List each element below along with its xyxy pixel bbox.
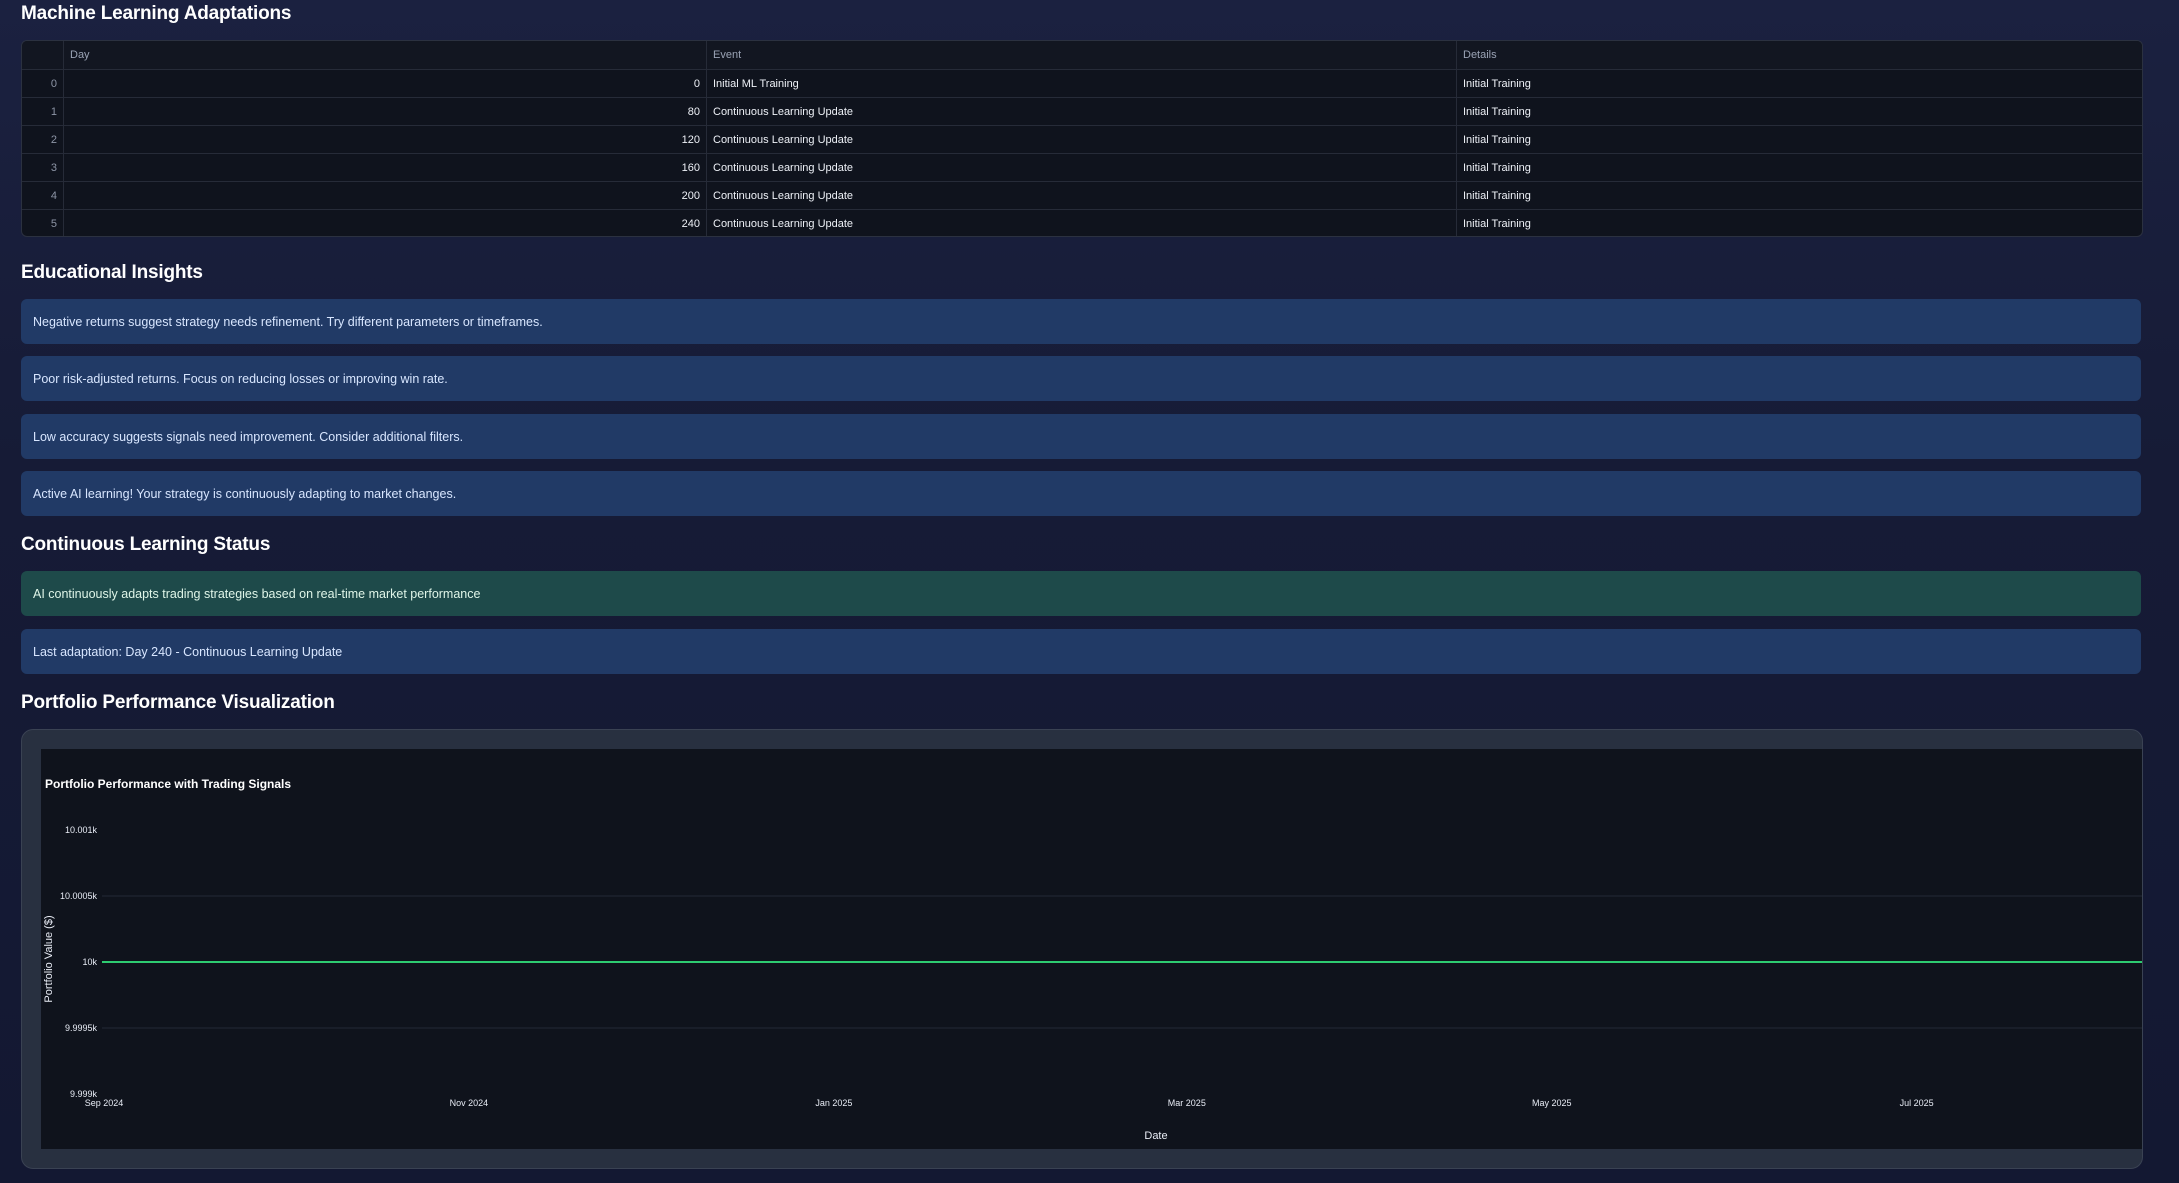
row-index: 0 [22,69,64,98]
day-cell[interactable]: 160 [63,153,707,182]
x-tick-label: Nov 2024 [450,1098,489,1108]
column-header-event[interactable]: Event [706,41,1457,70]
x-tick-label: May 2025 [1532,1098,1572,1108]
insight-alert: Active AI learning! Your strategy is con… [21,471,2141,516]
row-index: 4 [22,181,64,210]
table-row: 1 80 Continuous Learning Update Initial … [22,97,2142,126]
table-row: 3 160 Continuous Learning Update Initial… [22,153,2142,182]
event-cell[interactable]: Continuous Learning Update [706,153,1457,182]
event-cell[interactable]: Continuous Learning Update [706,97,1457,126]
insight-text: Low accuracy suggests signals need impro… [33,429,464,444]
details-cell[interactable]: Initial Training [1457,210,2143,237]
table-row: 0 0 Initial ML Training Initial Training [22,69,2142,98]
learning-success-alert: AI continuously adapts trading strategie… [21,571,2141,616]
insight-alert: Low accuracy suggests signals need impro… [21,414,2141,459]
row-index: 3 [22,153,64,182]
educational-insights-heading: Educational Insights [21,262,203,283]
event-cell[interactable]: Initial ML Training [706,69,1457,98]
day-cell[interactable]: 200 [63,181,707,210]
table-header-row: Day Event Details [22,41,2142,70]
row-index: 5 [22,209,64,236]
details-cell[interactable]: Initial Training [1456,125,2142,154]
y-axis-label: Portfolio Value ($) [43,915,55,1002]
learning-success-text: AI continuously adapts trading strategie… [33,586,481,601]
column-header-day[interactable]: Day [63,41,707,70]
details-cell[interactable]: Initial Training [1456,97,2142,126]
insight-alert: Negative returns suggest strategy needs … [21,299,2141,344]
day-cell[interactable]: 120 [63,125,707,154]
x-tick-label: Mar 2025 [1168,1098,1206,1108]
y-tick-label: 10.001k [65,825,98,835]
event-cell[interactable]: Continuous Learning Update [706,181,1457,210]
day-cell[interactable]: 80 [63,97,707,126]
x-tick-label: Sep 2024 [85,1098,124,1108]
chart-card: Portfolio Performance with Trading Signa… [21,729,2143,1169]
x-tick-label: Jan 2025 [815,1098,852,1108]
column-header-details[interactable]: Details [1456,41,2142,70]
day-cell[interactable]: 0 [63,69,707,98]
last-adaptation-alert: Last adaptation: Day 240 - Continuous Le… [21,629,2141,674]
table-row: 5 240 Continuous Learning Update Initial… [22,209,2143,237]
table-row: 4 200 Continuous Learning Update Initial… [22,181,2142,210]
row-index: 2 [22,125,64,154]
details-cell[interactable]: Initial Training [1456,181,2142,210]
details-cell[interactable]: Initial Training [1456,153,2142,182]
insight-alert: Poor risk-adjusted returns. Focus on red… [21,356,2141,401]
portfolio-chart[interactable]: Portfolio Performance with Trading Signa… [41,749,2142,1149]
table-row: 2 120 Continuous Learning Update Initial… [22,125,2142,154]
insight-text: Active AI learning! Your strategy is con… [33,486,457,501]
event-cell[interactable]: Continuous Learning Update [706,125,1457,154]
x-axis-label: Date [1144,1130,1167,1142]
plot-background [41,749,2142,1149]
column-header-index[interactable] [22,41,64,70]
event-cell[interactable]: Continuous Learning Update [706,209,1457,236]
insight-text: Poor risk-adjusted returns. Focus on red… [33,371,448,386]
day-cell[interactable]: 240 [63,209,707,236]
learning-status-heading: Continuous Learning Status [21,534,271,555]
row-index: 1 [22,97,64,126]
insight-text: Negative returns suggest strategy needs … [33,314,543,329]
details-cell[interactable]: Initial Training [1456,69,2142,98]
y-tick-label: 9.9995k [65,1023,98,1033]
ml-adaptations-heading: Machine Learning Adaptations [21,3,292,24]
visualization-heading: Portfolio Performance Visualization [21,692,335,713]
y-tick-label: 10.0005k [60,891,98,901]
y-tick-label: 10k [82,957,97,967]
x-tick-label: Jul 2025 [1900,1098,1934,1108]
last-adaptation-text: Last adaptation: Day 240 - Continuous Le… [33,644,343,659]
chart-title: Portfolio Performance with Trading Signa… [45,777,291,791]
ml-adaptations-table[interactable]: Day Event Details 0 0 Initial ML Trainin… [21,40,2143,237]
